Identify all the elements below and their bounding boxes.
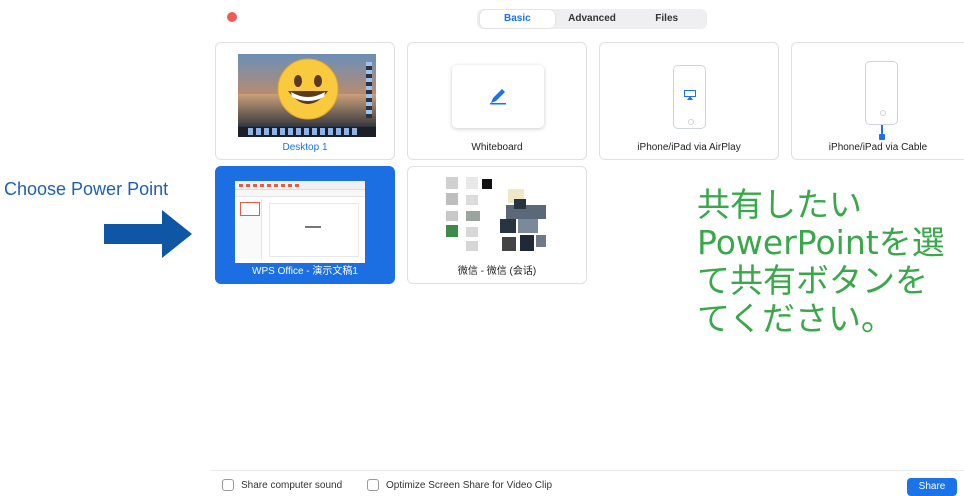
wechat-thumbnail-pixelated bbox=[446, 177, 550, 257]
tile-airplay-label: iPhone/iPad via AirPlay bbox=[637, 142, 741, 153]
optimize-video-checkbox[interactable]: Optimize Screen Share for Video Clip bbox=[367, 479, 552, 491]
share-computer-sound-checkbox[interactable]: Share computer sound bbox=[222, 479, 342, 491]
share-button[interactable]: Share bbox=[907, 478, 957, 496]
tile-desktop-label: Desktop 1 bbox=[282, 142, 328, 153]
instruction-text: 共有したい PowerPointを選 て共有ボタンを てください。 bbox=[697, 186, 964, 338]
right-arrow-icon bbox=[104, 210, 192, 258]
annotation-label: Choose Power Point bbox=[4, 179, 169, 199]
instruction-line-1: 共有したい bbox=[697, 185, 862, 224]
tile-cable[interactable]: iPhone/iPad via Cable bbox=[791, 42, 964, 160]
bottom-bar: Share computer sound Optimize Screen Sha… bbox=[210, 470, 964, 496]
pencil-icon bbox=[490, 89, 506, 105]
tile-wechat-label: 微信 - 微信 (会话) bbox=[457, 266, 537, 277]
grinning-face-icon bbox=[277, 58, 339, 120]
share-tabs: Basic Advanced Files bbox=[477, 9, 707, 29]
tile-cable-label: iPhone/iPad via Cable bbox=[828, 142, 928, 153]
whiteboard-card bbox=[452, 65, 544, 128]
share-computer-sound-label: Share computer sound bbox=[241, 479, 343, 491]
tab-files[interactable]: Files bbox=[629, 10, 704, 28]
tile-wechat[interactable]: 微信 - 微信 (会话) bbox=[407, 166, 587, 284]
tile-whiteboard[interactable]: Whiteboard bbox=[407, 42, 587, 160]
cable-icon bbox=[879, 125, 885, 140]
instruction-line-4: てください。 bbox=[697, 299, 895, 338]
tile-wps-office-label: WPS Office - 演示文稿1 bbox=[252, 266, 358, 277]
tile-wps-office[interactable]: WPS Office - 演示文稿1 bbox=[215, 166, 395, 284]
tile-whiteboard-label: Whiteboard bbox=[471, 142, 523, 153]
instruction-line-2: PowerPointを選 bbox=[697, 223, 945, 262]
phone-illustration bbox=[673, 65, 706, 129]
checkbox-box[interactable] bbox=[367, 479, 379, 491]
wps-presentation-thumbnail bbox=[235, 181, 365, 263]
instruction-line-3: て共有ボタンを bbox=[697, 261, 928, 300]
checkbox-box[interactable] bbox=[222, 479, 234, 491]
tab-basic[interactable]: Basic bbox=[480, 10, 555, 28]
airplay-icon bbox=[684, 90, 696, 100]
phone-illustration bbox=[865, 61, 898, 125]
tile-desktop[interactable]: Desktop 1 bbox=[215, 42, 395, 160]
optimize-video-label: Optimize Screen Share for Video Clip bbox=[386, 479, 553, 491]
tab-advanced[interactable]: Advanced bbox=[555, 10, 630, 28]
close-window-button[interactable] bbox=[227, 12, 237, 22]
tile-airplay[interactable]: iPhone/iPad via AirPlay bbox=[599, 42, 779, 160]
